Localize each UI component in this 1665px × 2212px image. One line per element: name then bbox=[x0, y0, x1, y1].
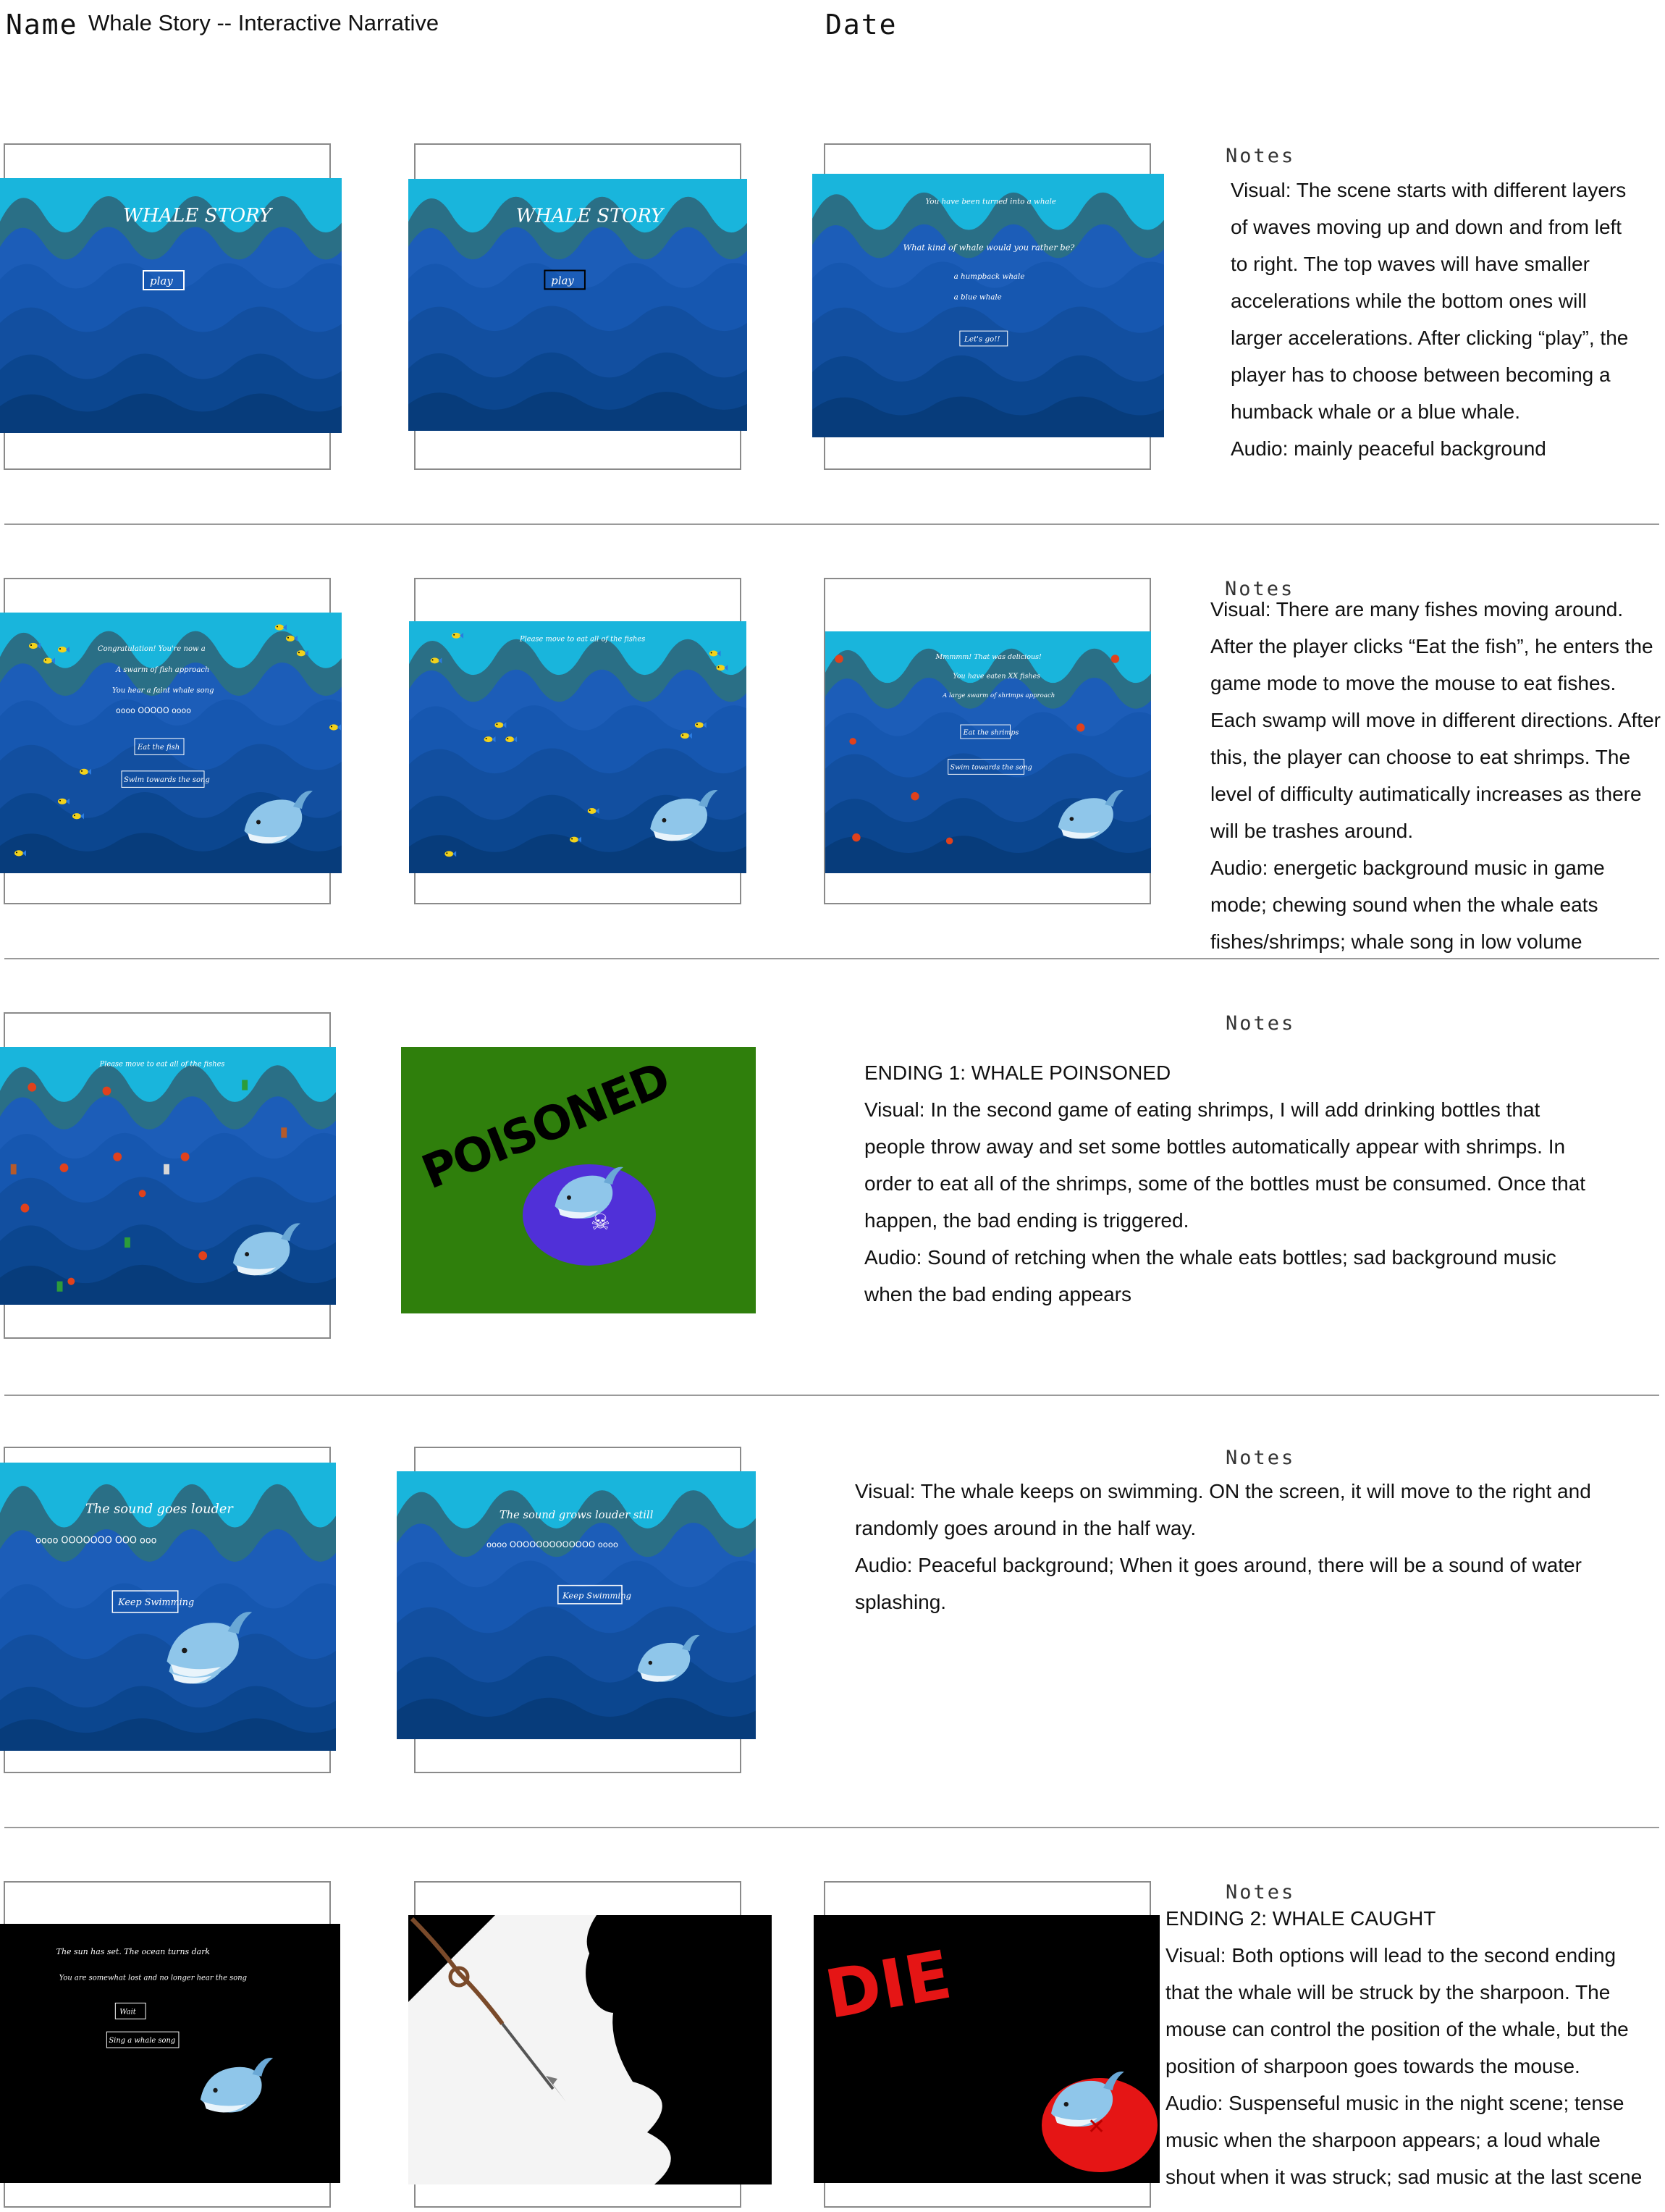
play-button[interactable]: play bbox=[551, 274, 574, 287]
night-text-1: The sun has set. The ocean turns dark bbox=[56, 1947, 210, 1956]
notes-text: ENDING 2: WHALE CAUGHT Visual: Both optio… bbox=[1166, 1907, 1643, 2188]
title-text: WHALE STORY bbox=[516, 205, 665, 227]
notes-label: Notes bbox=[1226, 1012, 1296, 1035]
instruction-text: Please move to eat all of the fishes bbox=[99, 1060, 225, 1068]
keep-swimming-button[interactable]: Keep Swimming bbox=[562, 1591, 631, 1601]
keep-swimming-button[interactable]: Keep Swimming bbox=[117, 1597, 194, 1608]
notes-label: Notes bbox=[1226, 1447, 1296, 1469]
screen-poisoned: POISONED ☠ bbox=[401, 1047, 756, 1313]
sing-whale-song-button[interactable]: Sing a whale song bbox=[109, 2037, 175, 2045]
fish-text-1: Congratulation! You're now a bbox=[98, 645, 206, 653]
notes-text: Visual: There are many fishes moving aro… bbox=[1210, 598, 1661, 953]
louder-text: The sound goes louder bbox=[85, 1502, 234, 1517]
swim-song-button[interactable]: Swim towards the song bbox=[950, 764, 1032, 772]
screen-choose-whale: You have been turned into a whale What k… bbox=[812, 174, 1164, 437]
date-label: Date bbox=[825, 9, 898, 41]
song-dots: oooo OOOOOOO OOO ooo bbox=[35, 1535, 156, 1546]
shrimp-text-2: You have eaten XX fishes bbox=[953, 673, 1040, 681]
screen-eat-fishes: Please move to eat all of the fishes bbox=[409, 621, 746, 873]
screen-shrimps: Mmmmm! That was delicious! You have eate… bbox=[825, 631, 1151, 873]
play-button[interactable]: play bbox=[150, 274, 173, 287]
screen-harpoon bbox=[408, 1915, 772, 2184]
screen-fish-swarm: Congratulation! You're now a A swarm of … bbox=[0, 613, 342, 873]
x-mark-icon: ✕ bbox=[1087, 2114, 1105, 2140]
eat-shrimps-button[interactable]: Eat the shrimps bbox=[963, 728, 1019, 736]
fish-text-2: A swarm of fish approach bbox=[115, 666, 209, 674]
shrimp-text-3: A large swarm of shrimps approach bbox=[942, 692, 1055, 699]
night-text-2: You are somewhat lost and no longer hear… bbox=[59, 1975, 247, 1982]
notes-text: Visual: The whale keeps on swimming. ON … bbox=[855, 1480, 1591, 1613]
fish-text-3: You hear a faint whale song bbox=[112, 686, 214, 694]
option-blue-whale[interactable]: a blue whale bbox=[954, 293, 1002, 302]
choose-text-1: You have been turned into a whale bbox=[926, 197, 1056, 206]
row-divider bbox=[4, 523, 1659, 525]
screen-night: The sun has set. The ocean turns dark Yo… bbox=[0, 1924, 340, 2183]
screen-title-1: WHALE STORY play bbox=[0, 178, 342, 433]
song-dots: oooo OOOOO oooo bbox=[116, 706, 191, 715]
notes-text: ENDING 1: WHALE POINSONED Visual: In the … bbox=[864, 1061, 1586, 1305]
screen-shrimps-bottles: Please move to eat all of the fishes bbox=[0, 1047, 336, 1305]
row-divider bbox=[4, 1395, 1659, 1396]
project-title: Whale Story -- Interactive Narrative bbox=[88, 10, 439, 35]
row-divider bbox=[4, 958, 1659, 959]
notes-label: Notes bbox=[1226, 145, 1296, 167]
wait-button[interactable]: Wait bbox=[119, 2008, 136, 2016]
instruction-text: Please move to eat all of the fishes bbox=[519, 636, 645, 644]
option-humpback[interactable]: a humpback whale bbox=[954, 272, 1025, 281]
notes-text: Visual: The scene starts with different … bbox=[1231, 179, 1629, 460]
swim-song-button[interactable]: Swim towards the song bbox=[124, 776, 210, 784]
lets-go-button[interactable]: Let's go!! bbox=[964, 335, 1000, 344]
screen-die: DIE ✕ bbox=[814, 1915, 1160, 2183]
skull-icon: ☠ bbox=[591, 1210, 610, 1235]
screen-sound-louder: The sound goes louder oooo OOOOOOO OOO o… bbox=[0, 1463, 336, 1751]
louder-still-text: The sound grows louder still bbox=[500, 1509, 654, 1521]
screen-title-2: WHALE STORY play bbox=[408, 179, 747, 431]
choose-text-2: What kind of whale would you rather be? bbox=[903, 242, 1076, 252]
title-text: WHALE STORY bbox=[123, 205, 274, 227]
screen-sound-louder-still: The sound grows louder still oooo OOOOOO… bbox=[397, 1471, 756, 1739]
eat-fish-button[interactable]: Eat the fish bbox=[137, 744, 180, 752]
row-divider bbox=[4, 1827, 1659, 1828]
song-dots: oooo OOOOOOOOOOOOO oooo bbox=[486, 1539, 618, 1549]
name-label: Name bbox=[6, 9, 78, 41]
shrimp-text-1: Mmmmm! That was delicious! bbox=[935, 653, 1042, 661]
